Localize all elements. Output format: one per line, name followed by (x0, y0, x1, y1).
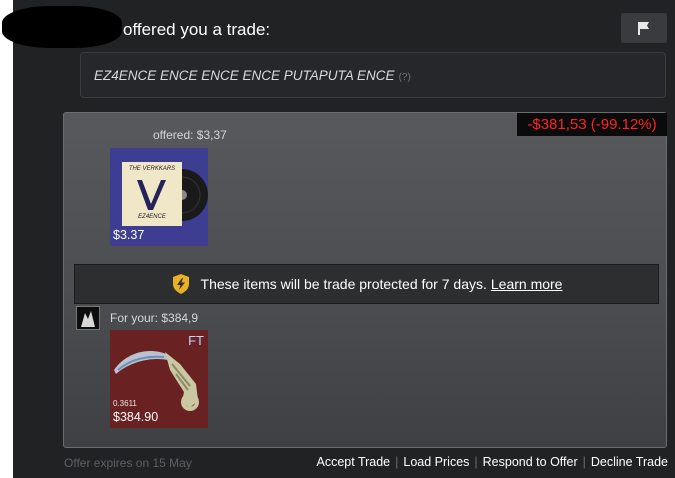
trade-protection-notice: These items will be trade protected for … (74, 264, 659, 304)
item-float-value: 0.3611 (113, 399, 137, 408)
report-flag-button[interactable] (621, 13, 667, 43)
protection-text: These items will be trade protected for … (200, 276, 487, 292)
learn-more-link[interactable]: Learn more (491, 276, 563, 292)
trade-message-text: EZ4ENCE ENCE ENCE ENCE PUTAPUTA ENCE (94, 68, 395, 83)
avatar-image (77, 307, 99, 329)
shield-lightning-icon (172, 274, 189, 294)
my-avatar[interactable] (76, 306, 100, 330)
redacted-username (2, 6, 122, 48)
action-separator: | (582, 455, 586, 469)
trade-header-title: offered you a trade: (123, 20, 271, 39)
action-separator: | (474, 455, 478, 469)
trade-message: EZ4ENCE ENCE ENCE ENCE PUTAPUTA ENCE (?) (94, 68, 411, 83)
offer-actions: Accept Trade | Load Prices | Respond to … (316, 455, 668, 469)
music-kit-title: THE VERKKARS (128, 166, 176, 172)
your-item-knife[interactable]: FT 0.3611 $384.90 (110, 330, 208, 428)
offer-expiry: Offer expires on 15 May (64, 456, 192, 470)
load-prices-link[interactable]: Load Prices (403, 455, 469, 469)
your-item-price: $384.90 (113, 410, 159, 424)
respond-to-offer-link[interactable]: Respond to Offer (483, 455, 578, 469)
offered-item-music-kit[interactable]: THE VERKKARS EZ4ENCE $3.37 (110, 148, 208, 246)
offered-item-price: $3.37 (113, 228, 145, 242)
for-your-label: For your: $384,9 (110, 311, 199, 325)
message-help-link[interactable]: (?) (399, 72, 411, 83)
decline-trade-link[interactable]: Decline Trade (591, 455, 668, 469)
trade-message-box: EZ4ENCE ENCE ENCE ENCE PUTAPUTA ENCE (?) (80, 52, 666, 98)
flag-icon (638, 22, 649, 35)
action-separator: | (395, 455, 399, 469)
price-difference-badge: -$381,53 (-99.12%) (517, 113, 667, 136)
accept-trade-link[interactable]: Accept Trade (316, 455, 390, 469)
partner-offered-label: offered: $3,37 (153, 128, 227, 142)
music-kit-caption: EZ4ENCE (138, 214, 166, 220)
